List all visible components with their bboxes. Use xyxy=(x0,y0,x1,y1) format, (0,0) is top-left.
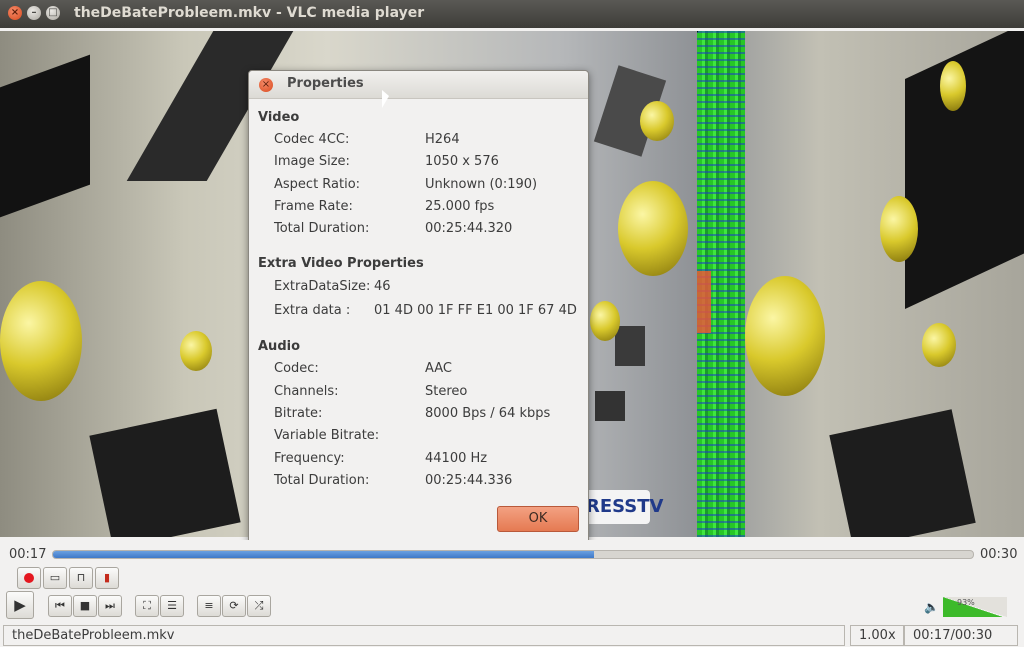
video-duration-value: 00:25:44.320 xyxy=(425,221,513,236)
video-ball xyxy=(590,301,620,341)
audio-codec-label: Codec: xyxy=(274,361,319,376)
video-ball xyxy=(922,323,956,367)
status-bar: theDeBateProbleem.mkv 1.00x 00:17/00:30 xyxy=(0,624,1024,647)
dialog-title: Properties xyxy=(287,76,364,91)
ok-button[interactable]: OK xyxy=(497,506,579,532)
loop-icon: ⟳ xyxy=(229,599,239,612)
previous-icon: ⏮ xyxy=(55,599,65,612)
video-cube xyxy=(615,326,645,366)
video-cube xyxy=(829,409,976,537)
play-button[interactable]: ▶ xyxy=(6,591,34,619)
volume-slider[interactable] xyxy=(943,597,1007,617)
loop-button[interactable]: ⟳ xyxy=(222,595,246,617)
seek-slider[interactable] xyxy=(52,550,974,559)
frame-rate-value: 25.000 fps xyxy=(425,199,495,214)
player-controls: 00:17 00:30 ▭ ⊓ ▮ ▶ ⏮ ■ ⏭ ⛶ ☰ ≡ ⟳ ⤮ 🔈 93… xyxy=(0,540,1024,623)
dialog-close-button[interactable]: × xyxy=(259,78,273,92)
window-title: theDeBateProbleem.mkv - VLC media player xyxy=(74,5,425,21)
video-glitch-band xyxy=(697,31,745,537)
elapsed-time: 00:17 xyxy=(9,547,47,562)
video-section-title: Video xyxy=(258,110,300,125)
channels-label: Channels: xyxy=(274,384,339,399)
ab-loop-icon: ⊓ xyxy=(76,571,86,584)
video-cube xyxy=(905,31,1024,309)
next-button[interactable]: ⏭ xyxy=(98,595,122,617)
bitrate-value: 8000 Bps / 64 kbps xyxy=(425,406,551,421)
total-time: 00:30 xyxy=(980,547,1018,562)
aspect-ratio-label: Aspect Ratio: xyxy=(274,177,361,192)
frame-rate-label: Frame Rate: xyxy=(274,199,353,214)
shuffle-button[interactable]: ⤮ xyxy=(247,595,271,617)
volume-percentage: 93% xyxy=(957,598,975,607)
window-maximize-button[interactable]: □ xyxy=(46,6,60,20)
video-ball xyxy=(618,181,688,276)
extended-settings-button[interactable]: ☰ xyxy=(160,595,184,617)
playlist-button[interactable]: ≡ xyxy=(197,595,221,617)
extra-video-section-title: Extra Video Properties xyxy=(258,256,424,271)
press-tv-logo: RESSTV xyxy=(584,490,663,524)
equalizer-icon: ☰ xyxy=(167,599,177,612)
codec-4cc-label: Codec 4CC: xyxy=(274,132,350,147)
playback-speed[interactable]: 1.00x xyxy=(850,625,904,646)
variable-bitrate-label: Variable Bitrate: xyxy=(274,428,380,443)
window-close-button[interactable]: × xyxy=(8,6,22,20)
video-ball xyxy=(640,101,674,141)
bitrate-label: Bitrate: xyxy=(274,406,323,421)
frame-by-frame-button[interactable]: ▮ xyxy=(95,567,119,589)
frequency-value: 44100 Hz xyxy=(425,451,488,466)
stop-button[interactable]: ■ xyxy=(73,595,97,617)
mouse-pointer-icon xyxy=(697,31,704,33)
dialog-titlebar: × Properties xyxy=(249,71,588,108)
video-ball xyxy=(0,281,82,401)
audio-duration-value: 00:25:44.336 xyxy=(425,473,513,488)
properties-dialog: × Properties Video Codec 4CC: H264 Image… xyxy=(248,70,589,542)
extra-data-size-label: ExtraDataSize: xyxy=(274,279,371,294)
window-minimize-button[interactable]: – xyxy=(27,6,41,20)
video-ball xyxy=(745,276,825,396)
video-cube xyxy=(89,408,241,537)
fullscreen-icon: ⛶ xyxy=(143,599,151,612)
audio-duration-label: Total Duration: xyxy=(274,473,370,488)
mouse-pointer-icon xyxy=(382,90,389,108)
playlist-icon: ≡ xyxy=(204,599,214,612)
video-ball xyxy=(880,196,918,262)
seek-progress-fill xyxy=(53,551,594,558)
image-size-value: 1050 x 576 xyxy=(425,154,499,169)
extra-data-size-value: 46 xyxy=(374,279,391,294)
codec-4cc-value: H264 xyxy=(425,132,460,147)
previous-button[interactable]: ⏮ xyxy=(48,595,72,617)
video-cube xyxy=(0,54,90,218)
video-duration-label: Total Duration: xyxy=(274,221,370,236)
channels-value: Stereo xyxy=(425,384,468,399)
extra-data-label: Extra data : xyxy=(274,303,351,318)
shuffle-icon: ⤮ xyxy=(254,599,264,612)
window-titlebar: × – □ theDeBateProbleem.mkv - VLC media … xyxy=(0,0,1024,28)
status-filename: theDeBateProbleem.mkv xyxy=(3,625,845,646)
next-icon: ⏭ xyxy=(105,599,115,612)
record-button[interactable] xyxy=(17,567,41,589)
glitch-hot-spot xyxy=(697,271,711,333)
frame-by-frame-icon: ▮ xyxy=(103,571,111,584)
snapshot-button[interactable]: ▭ xyxy=(43,567,67,589)
status-time[interactable]: 00:17/00:30 xyxy=(904,625,1018,646)
fullscreen-button[interactable]: ⛶ xyxy=(135,595,159,617)
video-cube xyxy=(595,391,625,421)
video-ball xyxy=(180,331,212,371)
aspect-ratio-value: Unknown (0:190) xyxy=(425,177,538,192)
extra-data-value: 01 4D 00 1F FF E1 00 1F 67 4D xyxy=(374,303,577,318)
image-size-label: Image Size: xyxy=(274,154,350,169)
audio-section-title: Audio xyxy=(258,339,301,354)
audio-codec-value: AAC xyxy=(425,361,452,376)
record-icon xyxy=(24,573,34,583)
snapshot-icon: ▭ xyxy=(49,571,61,584)
play-icon: ▶ xyxy=(14,596,26,614)
video-ball xyxy=(940,61,966,111)
frequency-label: Frequency: xyxy=(274,451,345,466)
ab-loop-button[interactable]: ⊓ xyxy=(69,567,93,589)
volume-icon[interactable]: 🔈 xyxy=(924,600,939,614)
stop-icon: ■ xyxy=(79,599,91,612)
